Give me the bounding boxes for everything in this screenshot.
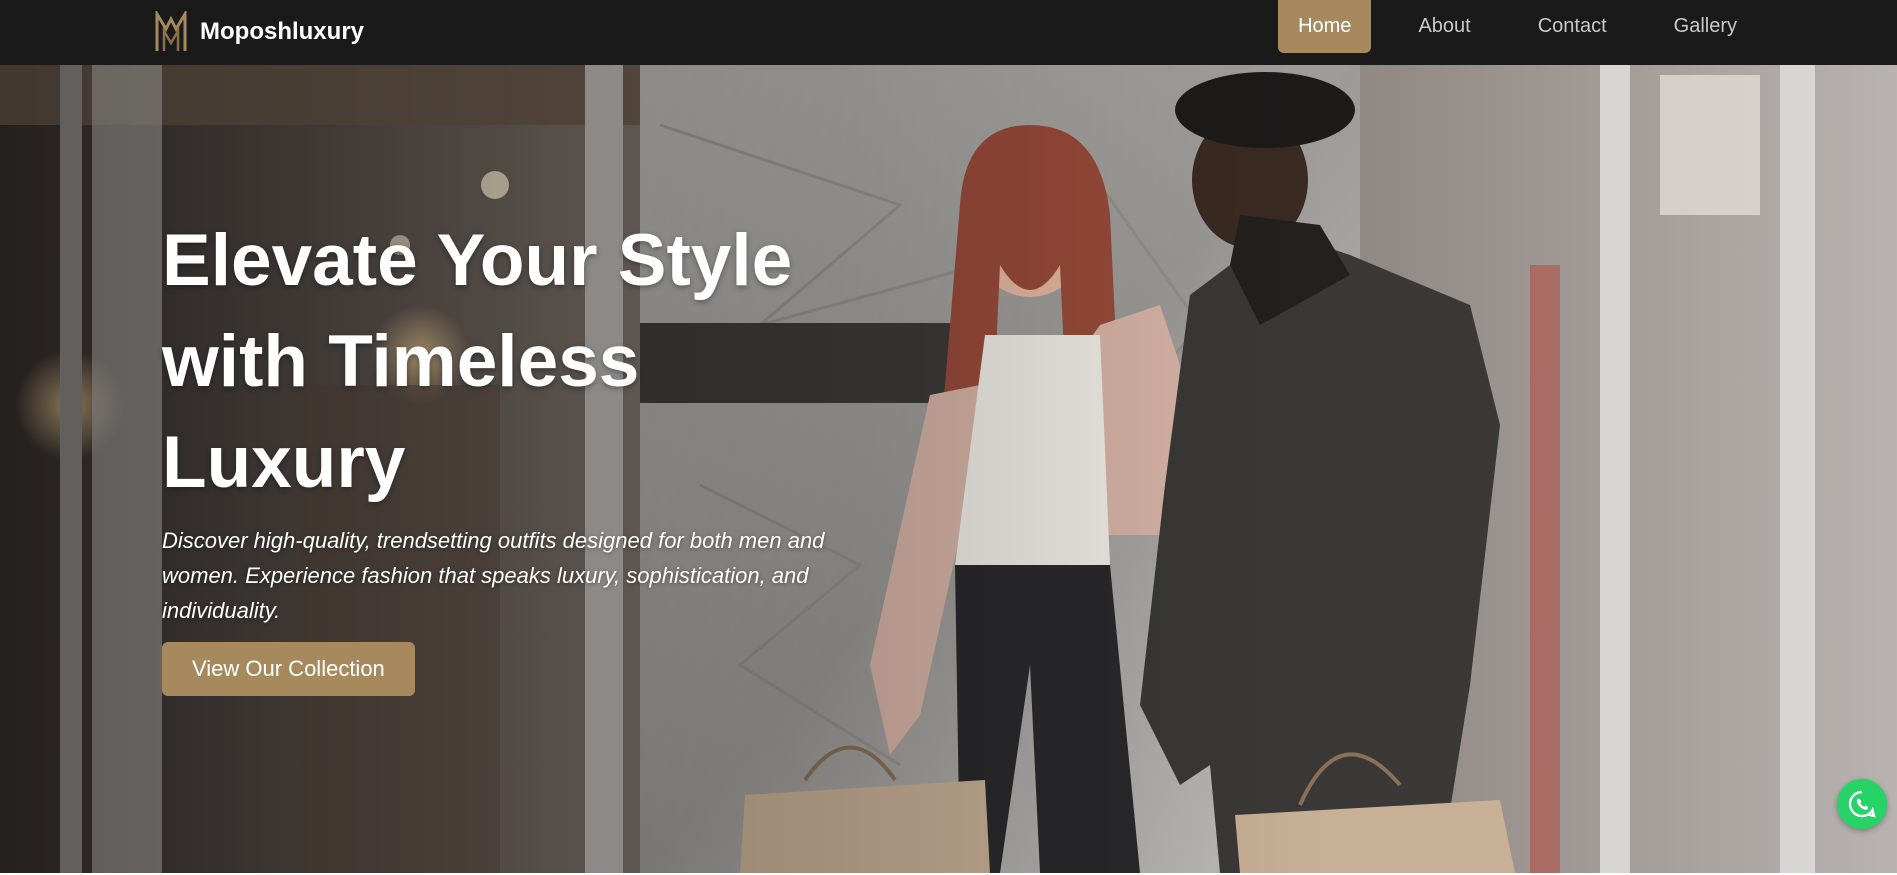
hero-content: Elevate Your Style with Timeless Luxury … (162, 210, 862, 696)
hero-title: Elevate Your Style with Timeless Luxury (162, 210, 862, 513)
hero-title-line-3: Luxury (162, 422, 406, 503)
nav-gallery[interactable]: Gallery (1654, 0, 1757, 53)
hero-title-line-2: with Timeless (162, 321, 640, 402)
mm-monogram-icon (155, 11, 187, 51)
brand[interactable]: Moposhluxury (155, 10, 364, 54)
whatsapp-icon (1848, 790, 1876, 818)
view-collection-button[interactable]: View Our Collection (162, 642, 415, 696)
brand-name: Moposhluxury (200, 18, 365, 45)
hero-section: Elevate Your Style with Timeless Luxury … (0, 65, 1897, 873)
main-nav: Home About Contact Gallery (1251, 0, 1757, 53)
nav-home[interactable]: Home (1278, 0, 1372, 53)
navbar: Moposhluxury Home About Contact Gallery (0, 0, 1897, 65)
hero-title-line-1: Elevate Your Style (162, 220, 793, 301)
whatsapp-button[interactable] (1837, 779, 1887, 829)
nav-contact[interactable]: Contact (1518, 0, 1627, 53)
hero-subtitle: Discover high-quality, trendsetting outf… (162, 528, 825, 623)
nav-about[interactable]: About (1398, 0, 1490, 53)
